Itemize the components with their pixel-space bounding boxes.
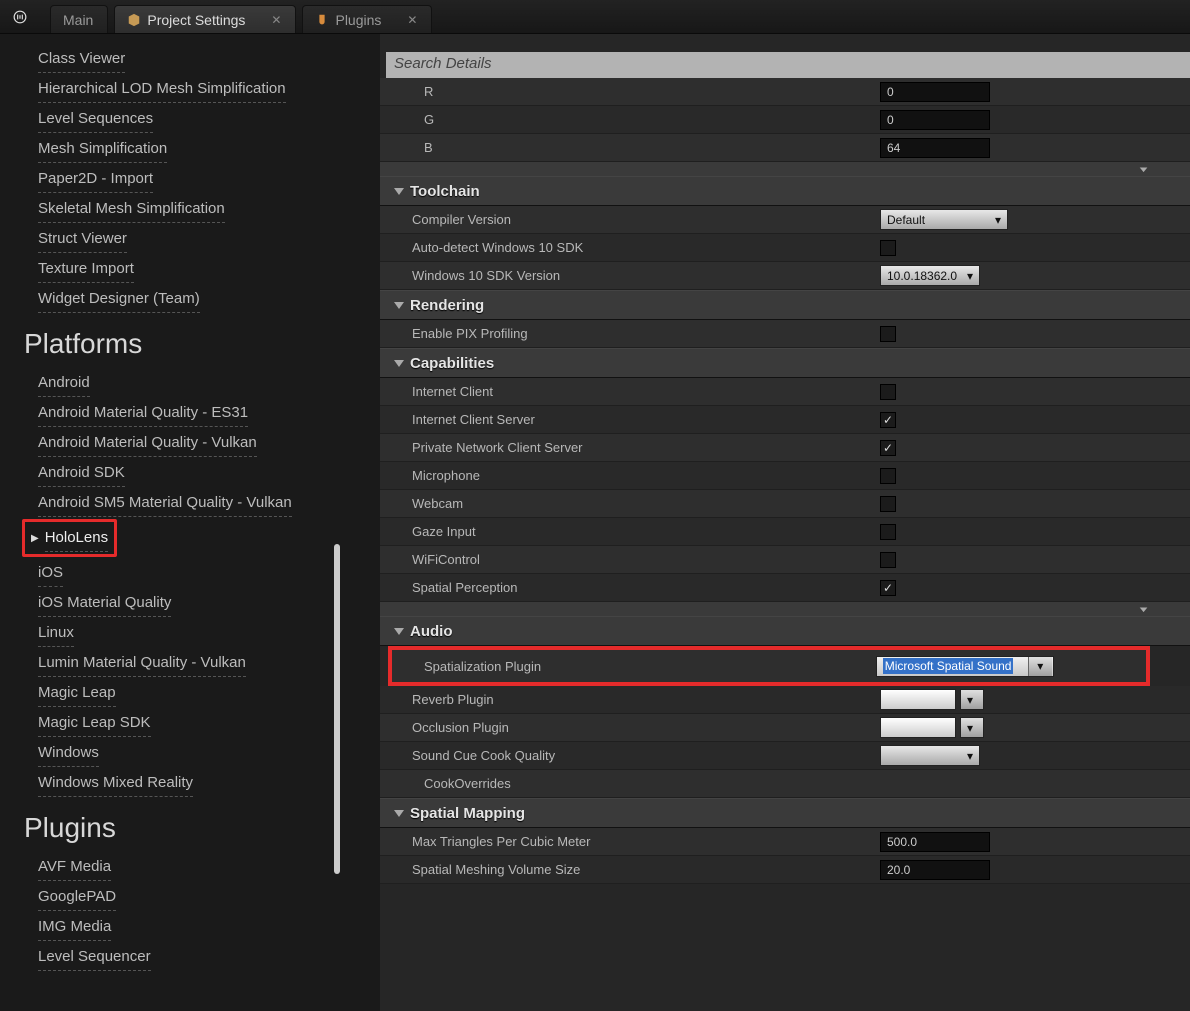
sidebar-item[interactable]: Windows Mixed Reality (38, 769, 193, 797)
rgb-g-input[interactable]: 0 (880, 110, 990, 130)
cue-dropdown[interactable]: ▾ (880, 745, 980, 766)
spat-dropdown[interactable]: Microsoft Spatial Sound▾ (876, 656, 1054, 677)
occlusion-dd-arrow[interactable]: ▾ (960, 717, 984, 738)
sidebar: Class ViewerHierarchical LOD Mesh Simpli… (0, 34, 380, 1011)
tab-project-settings[interactable]: Project Settings ✕ (114, 5, 296, 33)
cook-label: CookOverrides (380, 776, 880, 791)
cap-checkbox[interactable]: ✓ (880, 440, 896, 456)
spat-label: Spatialization Plugin (392, 659, 876, 674)
close-icon[interactable]: ✕ (271, 13, 281, 27)
compiler-dropdown[interactable]: Default▾ (880, 209, 1008, 230)
cap-label: Webcam (380, 496, 880, 511)
spatialization-row: Spatialization Plugin Microsoft Spatial … (388, 646, 1150, 686)
sidebar-item[interactable]: Linux (38, 619, 74, 647)
maxtri-input[interactable]: 500.0 (880, 832, 990, 852)
sidebar-item[interactable]: Texture Import (38, 255, 134, 283)
section-spatial[interactable]: Spatial Mapping (380, 798, 1190, 828)
rgb-b-input[interactable]: 64 (880, 138, 990, 158)
section-platforms: Platforms (24, 328, 380, 360)
sidebar-item[interactable]: AVF Media (38, 853, 111, 881)
tab-plugins[interactable]: Plugins ✕ (302, 5, 432, 33)
cue-label: Sound Cue Cook Quality (380, 748, 880, 763)
sidebar-item[interactable]: GooglePAD (38, 883, 116, 911)
vol-label: Spatial Meshing Volume Size (380, 862, 880, 877)
sidebar-item[interactable]: Level Sequencer (38, 943, 151, 971)
cap-checkbox[interactable]: ✓ (880, 580, 896, 596)
close-icon[interactable]: ✕ (407, 13, 417, 27)
cap-checkbox[interactable] (880, 384, 896, 400)
sidebar-item[interactable]: Android Material Quality - ES31 (38, 399, 248, 427)
app-logo (0, 10, 40, 24)
title-bar: Main Project Settings ✕ Plugins ✕ (0, 0, 1190, 34)
maxtri-label: Max Triangles Per Cubic Meter (380, 834, 880, 849)
section-capabilities[interactable]: Capabilities (380, 348, 1190, 378)
sidebar-item[interactable]: Android Material Quality - Vulkan (38, 429, 257, 457)
cap-label: Internet Client Server (380, 412, 880, 427)
reverb-dropdown[interactable] (880, 689, 956, 710)
section-audio[interactable]: Audio (380, 616, 1190, 646)
sidebar-item[interactable]: Windows (38, 739, 99, 767)
sdkver-label: Windows 10 SDK Version (380, 268, 880, 283)
reset-arrow-icon[interactable]: ▼ (1137, 165, 1150, 174)
sidebar-item[interactable]: Magic Leap SDK (38, 709, 151, 737)
cap-label: Internet Client (380, 384, 880, 399)
cap-checkbox[interactable] (880, 524, 896, 540)
sidebar-item[interactable]: Widget Designer (Team) (38, 285, 200, 313)
sidebar-item[interactable]: iOS Material Quality (38, 589, 171, 617)
sdkver-dropdown[interactable]: 10.0.18362.0▾ (880, 265, 980, 286)
cap-checkbox[interactable]: ✓ (880, 412, 896, 428)
pix-label: Enable PIX Profiling (380, 326, 880, 341)
scrollbar-thumb[interactable] (334, 544, 340, 874)
rgb-g-label: G (380, 112, 880, 127)
sidebar-item[interactable]: Lumin Material Quality - Vulkan (38, 649, 246, 677)
sidebar-item[interactable]: Paper2D - Import (38, 165, 153, 193)
sidebar-item[interactable]: Level Sequences (38, 105, 153, 133)
rgb-r-label: R (380, 84, 880, 99)
compiler-label: Compiler Version (380, 212, 880, 227)
occlusion-label: Occlusion Plugin (380, 720, 880, 735)
autodetect-checkbox[interactable] (880, 240, 896, 256)
sidebar-item[interactable]: Class Viewer (38, 45, 125, 73)
cap-label: Gaze Input (380, 524, 880, 539)
sidebar-item[interactable]: Skeletal Mesh Simplification (38, 195, 225, 223)
details-panel: Search Details R0 G0 B64 ▼ Toolchain Com… (380, 34, 1190, 1011)
reset-arrow-icon[interactable]: ▼ (1137, 605, 1150, 614)
cap-checkbox[interactable] (880, 496, 896, 512)
sidebar-item[interactable]: iOS (38, 559, 63, 587)
reverb-label: Reverb Plugin (380, 692, 880, 707)
sidebar-item-hololens[interactable]: ▶HoloLens (22, 519, 117, 557)
reverb-dd-arrow[interactable]: ▾ (960, 689, 984, 710)
cap-label: WiFiControl (380, 552, 880, 567)
section-plugins: Plugins (24, 812, 380, 844)
search-input[interactable]: Search Details (386, 52, 1190, 78)
sidebar-item[interactable]: IMG Media (38, 913, 111, 941)
pix-checkbox[interactable] (880, 326, 896, 342)
cap-checkbox[interactable] (880, 552, 896, 568)
sidebar-item[interactable]: Android SM5 Material Quality - Vulkan (38, 489, 292, 517)
sidebar-item[interactable]: Magic Leap (38, 679, 116, 707)
tab-main[interactable]: Main (50, 5, 108, 33)
nut-icon (127, 13, 141, 27)
section-toolchain[interactable]: Toolchain (380, 176, 1190, 206)
plug-icon (315, 13, 329, 27)
sidebar-item[interactable]: Mesh Simplification (38, 135, 167, 163)
sidebar-item[interactable]: Android SDK (38, 459, 125, 487)
window-tabs: Main Project Settings ✕ Plugins ✕ (50, 0, 432, 33)
sidebar-item[interactable]: Android (38, 369, 90, 397)
cap-label: Spatial Perception (380, 580, 880, 595)
sidebar-item[interactable]: Struct Viewer (38, 225, 127, 253)
cap-label: Private Network Client Server (380, 440, 880, 455)
rgb-b-label: B (380, 140, 880, 155)
rgb-r-input[interactable]: 0 (880, 82, 990, 102)
section-rendering[interactable]: Rendering (380, 290, 1190, 320)
sidebar-item[interactable]: Hierarchical LOD Mesh Simplification (38, 75, 286, 103)
cap-checkbox[interactable] (880, 468, 896, 484)
autodetect-label: Auto-detect Windows 10 SDK (380, 240, 880, 255)
occlusion-dropdown[interactable] (880, 717, 956, 738)
vol-input[interactable]: 20.0 (880, 860, 990, 880)
cap-label: Microphone (380, 468, 880, 483)
